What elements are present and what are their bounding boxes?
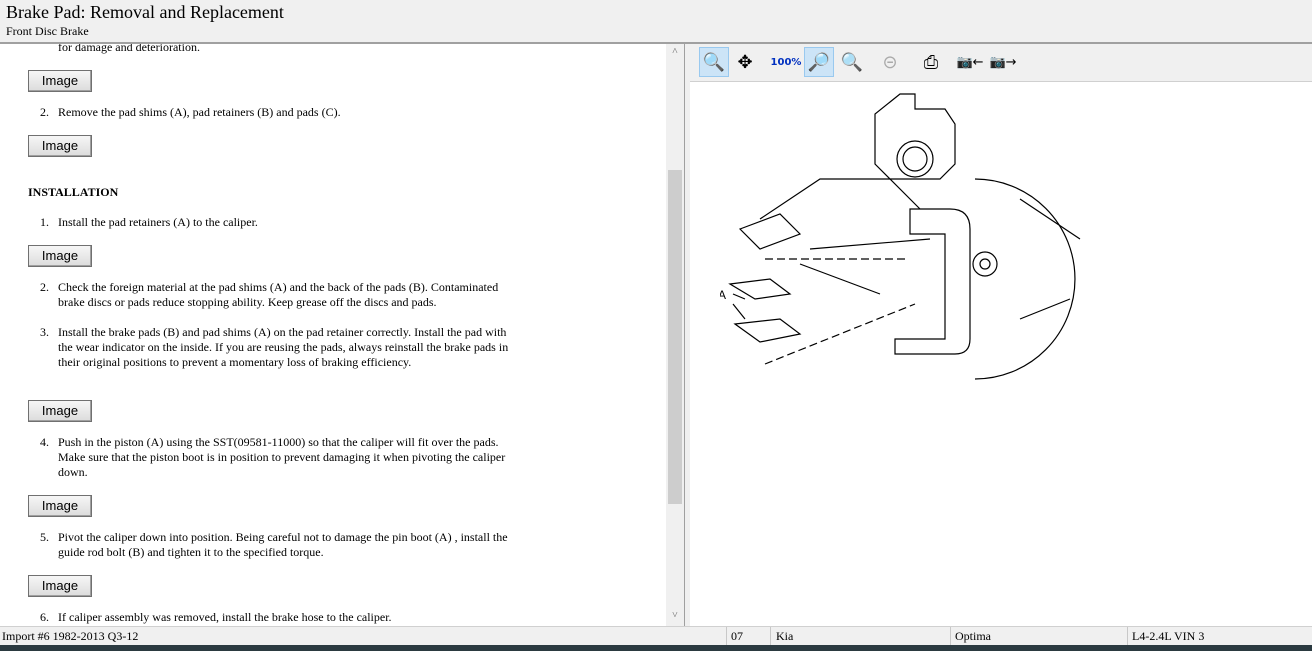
partial-line: for damage and deterioration. [58,44,200,54]
zoom-100-icon[interactable]: 100% [771,47,802,77]
image-toolbar: 🔍 ✥ 100% 🔎 🔍 ⊝ ⎙ 📷← 📷→ [690,44,1312,82]
status-model: Optima [955,629,991,643]
status-make: Kia [776,629,794,643]
previous-image-icon[interactable]: 📷← [955,47,985,77]
zoom-fit-icon[interactable]: 🔎 [804,47,834,77]
taskbar-strip [0,645,1312,651]
image-button[interactable]: Image [28,245,92,267]
scroll-up-arrow-icon[interactable]: ˄ [666,46,684,57]
diagram-label: A [720,288,726,302]
list-item: 1. Install the pad retainers (A) to the c… [40,215,258,229]
list-item: 3. Install the brake pads (B) and pad shi… [40,325,509,369]
print-icon[interactable]: ⎙ [916,47,946,77]
next-image-icon[interactable]: 📷→ [988,47,1018,77]
image-viewer-pane: 🔍 ✥ 100% 🔎 🔍 ⊝ ⎙ 📷← 📷→ A [690,44,1312,626]
status-bar: Import #6 1982-2013 Q3-12 07 Kia Optima … [0,626,1312,646]
page-subtitle: Front Disc Brake [6,24,89,38]
installation-heading: INSTALLATION [28,185,119,199]
header: Brake Pad: Removal and Replacement Front… [0,0,1312,44]
list-item: 6. If caliper assembly was removed, insta… [40,610,392,624]
list-item: 2. Check the foreign material at the pad … [40,280,499,309]
image-button[interactable]: Image [28,70,92,92]
pan-icon[interactable]: ✥ [730,47,760,77]
image-button[interactable]: Image [28,575,92,597]
vertical-scrollbar[interactable]: ˄ ˅ [666,44,684,626]
image-button[interactable]: Image [28,135,92,157]
status-source: Import #6 1982-2013 Q3-12 [2,629,139,643]
procedure-text-pane: for damage and deterioration. Image 2. Re… [0,44,685,626]
list-item: 5. Pivot the caliper down into position. … [40,530,508,559]
status-year: 07 [731,629,743,643]
zoom-in-icon[interactable]: 🔍 [699,47,729,77]
image-button[interactable]: Image [28,400,92,422]
scroll-down-arrow-icon[interactable]: ˅ [666,610,684,621]
list-item: 2. Remove the pad shims (A), pad retainer… [40,105,341,119]
brake-caliper-diagram: A [720,93,1081,380]
scrollbar-thumb[interactable] [668,170,682,504]
zoom-out-icon[interactable]: ⊝ [875,47,905,77]
page-title: Brake Pad: Removal and Replacement [6,2,284,22]
list-item: 4. Push in the piston (A) using the SST(0… [40,435,506,479]
image-button[interactable]: Image [28,495,92,517]
status-engine: L4-2.4L VIN 3 [1132,629,1205,643]
zoom-width-icon[interactable]: 🔍 [837,47,867,77]
